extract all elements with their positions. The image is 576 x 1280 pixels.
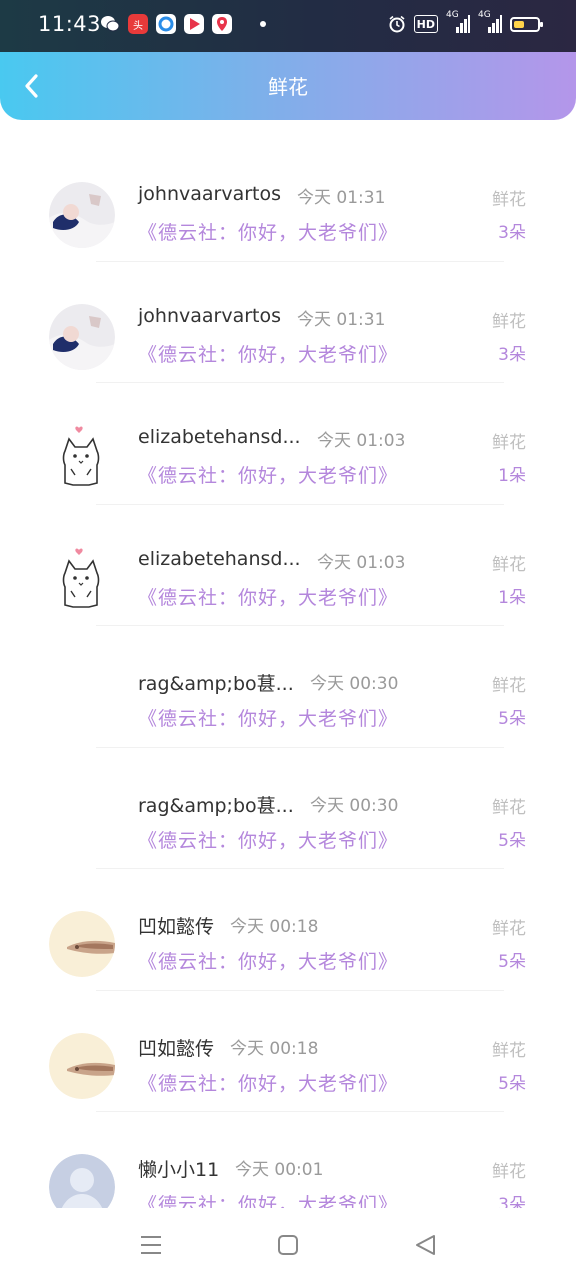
gift-count: 5朵 — [498, 1073, 526, 1094]
list-item[interactable]: elizabetehansd... 今天 01:03 《德云社：你好，大老爷们》 鲜花… — [0, 383, 576, 505]
username: 懒小小11 — [138, 1159, 220, 1181]
gift-count: 3朵 — [498, 223, 526, 243]
network-type-label: 4G — [446, 10, 459, 20]
gift-count: 3朵 — [498, 1195, 526, 1208]
avatar-cat-sticker[interactable] — [49, 547, 115, 613]
gift-time: 今天 01:03 — [317, 552, 406, 573]
program-title[interactable]: 《德云社：你好，大老爷们》 — [138, 340, 398, 367]
battery-icon — [510, 16, 543, 32]
program-title[interactable]: 《德云社：你好，大老爷们》 — [138, 704, 398, 731]
avatar-default-person[interactable] — [49, 1154, 115, 1208]
page-title: 鲜花 — [268, 75, 308, 99]
battery-tip — [540, 21, 543, 27]
gift-time: 今天 01:03 — [317, 431, 406, 451]
username: elizabetehansd... — [138, 547, 301, 570]
flower-gift-list[interactable]: johnvaarvartos 今天 01:31 《德云社：你好，大老爷们》 鲜花 3朵 j… — [0, 140, 576, 1208]
signal-4g-icon: 4G — [478, 10, 502, 34]
avatar-photo[interactable] — [49, 182, 115, 248]
avatar-feather[interactable] — [49, 1032, 115, 1099]
gift-name: 鲜花 — [492, 1040, 526, 1061]
gift-name: 鲜花 — [492, 1162, 526, 1182]
list-item[interactable]: 懒小小11 今天 00:01 《德云社：你好，大老爷们》 鲜花 3朵 — [0, 1112, 576, 1208]
gift-name: 鲜花 — [492, 554, 526, 575]
username: 凹如懿传 — [138, 1037, 215, 1060]
gift-name: 鲜花 — [492, 797, 526, 818]
gift-count: 5朵 — [498, 830, 526, 851]
status-time: 11:43 — [38, 12, 102, 36]
gift-name: 鲜花 — [492, 919, 526, 939]
list-item[interactable]: 凹如懿传 今天 00:18 《德云社：你好，大老爷们》 鲜花 5朵 — [0, 991, 576, 1112]
avatar-empty[interactable] — [49, 790, 115, 856]
home-icon — [278, 1235, 298, 1255]
gift-time: 今天 00:30 — [310, 795, 399, 816]
gift-time: 今天 01:31 — [297, 188, 386, 208]
wechat-icon — [100, 14, 120, 34]
gift-time: 今天 00:30 — [310, 674, 399, 694]
menu-button[interactable] — [136, 1230, 166, 1260]
program-title[interactable]: 《德云社：你好，大老爷们》 — [138, 947, 398, 974]
list-item[interactable]: rag&amp;bo葚... 今天 00:30 《德云社：你好，大老爷们》 鲜花 5朵 — [0, 626, 576, 748]
notification-icons: 头 — [100, 14, 266, 34]
list-item[interactable]: elizabetehansd... 今天 01:03 《德云社：你好，大老爷们》 鲜花… — [0, 505, 576, 626]
alarm-icon — [388, 14, 406, 34]
program-title[interactable]: 《德云社：你好，大老爷们》 — [138, 583, 398, 610]
browser-icon — [156, 14, 176, 34]
gift-count: 5朵 — [498, 952, 526, 972]
battery-level — [514, 20, 524, 28]
gift-time: 今天 01:31 — [297, 309, 386, 330]
system-nav-bar — [0, 1208, 576, 1280]
gift-time: 今天 00:01 — [235, 1160, 324, 1180]
menu-icon — [141, 1236, 161, 1254]
avatar-empty[interactable] — [49, 668, 115, 734]
username: rag&amp;bo葚... — [138, 673, 294, 695]
program-title[interactable]: 《德云社：你好，大老爷们》 — [138, 218, 398, 245]
map-app-icon — [212, 14, 232, 34]
more-notifications-dot — [260, 21, 266, 27]
program-title[interactable]: 《德云社：你好，大老爷们》 — [138, 461, 398, 488]
gift-name: 鲜花 — [492, 676, 526, 696]
toutiao-icon: 头 — [128, 14, 148, 34]
gift-time: 今天 00:18 — [230, 1038, 319, 1059]
program-title[interactable]: 《德云社：你好，大老爷们》 — [138, 826, 398, 853]
list-item[interactable]: 凹如懿传 今天 00:18 《德云社：你好，大老爷们》 鲜花 5朵 — [0, 869, 576, 991]
gift-time: 今天 00:18 — [230, 917, 319, 937]
gift-name: 鲜花 — [492, 433, 526, 453]
gift-count: 1朵 — [498, 587, 526, 608]
gift-count: 1朵 — [498, 466, 526, 486]
list-item[interactable]: johnvaarvartos 今天 01:31 《德云社：你好，大老爷们》 鲜花 3朵 — [0, 262, 576, 383]
avatar-photo[interactable] — [49, 303, 115, 370]
list-item[interactable]: johnvaarvartos 今天 01:31 《德云社：你好，大老爷们》 鲜花 3朵 — [0, 140, 576, 262]
system-back-button[interactable] — [410, 1230, 440, 1260]
gift-name: 鲜花 — [492, 190, 526, 210]
program-title[interactable]: 《德云社：你好，大老爷们》 — [138, 1190, 398, 1208]
network-type-label: 4G — [478, 10, 491, 20]
username: johnvaarvartos — [138, 183, 282, 205]
gift-name: 鲜花 — [492, 311, 526, 332]
home-button[interactable] — [273, 1230, 303, 1260]
username: elizabetehansd... — [138, 426, 301, 448]
back-triangle-icon — [416, 1235, 435, 1255]
username: rag&amp;bo葚... — [138, 794, 294, 817]
avatar-cat-sticker[interactable] — [49, 425, 115, 491]
video-app-icon — [184, 14, 204, 34]
list-item[interactable]: rag&amp;bo葚... 今天 00:30 《德云社：你好，大老爷们》 鲜花 5朵 — [0, 748, 576, 869]
avatar-feather[interactable] — [49, 911, 115, 977]
gift-count: 3朵 — [498, 344, 526, 365]
signal-4g-icon: 4G — [446, 10, 470, 34]
system-icons: HD 4G 4G — [388, 10, 543, 34]
status-bar: 11:43 头 HD 4G 4G — [0, 0, 576, 52]
gift-count: 5朵 — [498, 709, 526, 729]
hd-icon: HD — [413, 15, 438, 33]
username: 凹如懿传 — [138, 916, 215, 938]
header-bar: 鲜花 — [0, 52, 576, 120]
program-title[interactable]: 《德云社：你好，大老爷们》 — [138, 1069, 398, 1096]
username: johnvaarvartos — [138, 304, 282, 327]
